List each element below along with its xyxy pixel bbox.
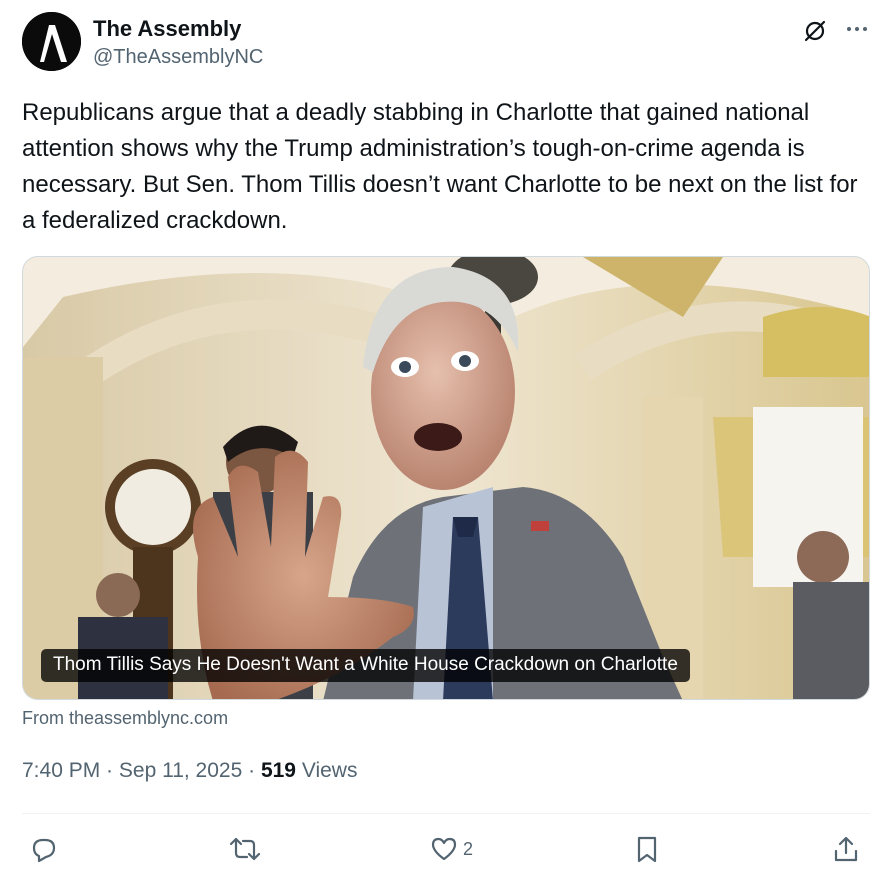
views-count: 519 (260, 759, 296, 782)
card-title: Thom Tillis Says He Doesn't Want a White… (41, 649, 690, 682)
repost-button[interactable] (228, 832, 267, 866)
share-icon (834, 836, 858, 862)
like-count: 2 (463, 838, 474, 859)
meta-separator: · (242, 759, 261, 782)
repost-icon (229, 837, 261, 861)
author-handle[interactable]: @TheAssemblyNC (93, 46, 263, 69)
views-label: Views (296, 759, 358, 782)
action-bar: 2 (22, 830, 870, 870)
link-card[interactable]: Thom Tillis Says He Doesn't Want a White… (22, 256, 870, 700)
more-icon[interactable] (844, 16, 870, 42)
post-text: Republicans argue that a deadly stabbing… (22, 99, 858, 234)
post-time[interactable]: 7:40 PM (22, 759, 100, 782)
article-photo (23, 257, 869, 699)
reply-icon (32, 838, 56, 863)
bookmark-button[interactable] (633, 832, 661, 866)
card-source[interactable]: From theassemblync.com (22, 708, 228, 729)
post-header: The Assembly @TheAssemblyNC (22, 12, 870, 74)
post-date[interactable]: Sep 11, 2025 (119, 759, 242, 782)
bookmark-icon (637, 836, 657, 863)
post-meta: 7:40 PM · Sep 11, 2025 · 519 Views (22, 759, 357, 783)
the-assembly-logo-icon (22, 12, 81, 71)
author-name[interactable]: The Assembly (93, 16, 241, 42)
grok-icon[interactable] (802, 18, 828, 44)
divider (22, 813, 870, 814)
avatar[interactable] (22, 12, 81, 71)
reply-button[interactable] (30, 832, 63, 866)
like-button[interactable]: 2 (430, 832, 473, 866)
heart-icon (431, 837, 457, 861)
meta-separator: · (100, 759, 119, 782)
share-button[interactable] (832, 832, 860, 866)
